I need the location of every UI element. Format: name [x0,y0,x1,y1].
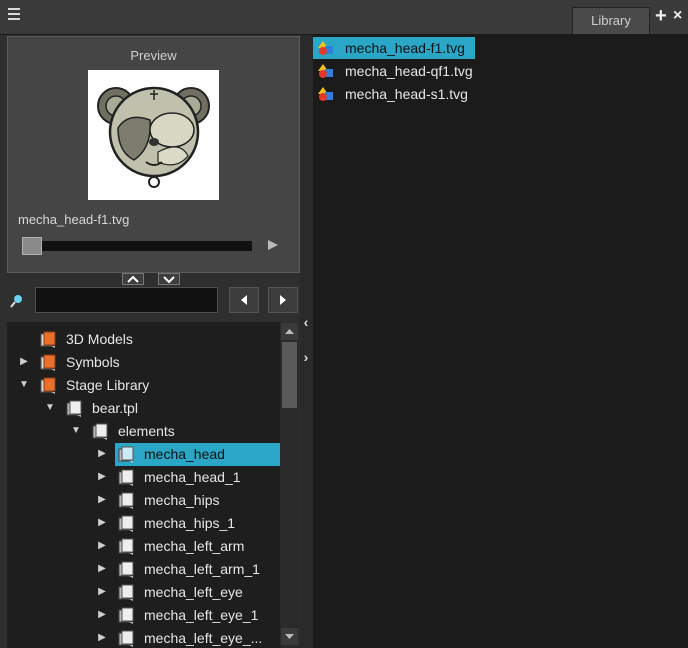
tree-item[interactable]: ▶ mecha_left_eye_... [7,627,280,648]
tree-item[interactable]: ▶ mecha_hips [7,489,280,512]
expanded-arrow-icon[interactable]: ▼ [44,402,56,414]
close-view-button[interactable]: × [673,6,688,26]
template-icon [117,515,135,533]
template-icon [117,607,135,625]
bear-head-drawing [97,86,210,188]
collapse-right-icon[interactable]: › [301,347,311,367]
tree-item[interactable]: ▼ Stage Library [7,374,280,397]
frame-scrubber-track[interactable] [22,241,252,251]
template-icon [117,561,135,579]
expanded-arrow-icon[interactable]: ▼ [70,425,82,437]
tree-item[interactable]: 3D Models [7,328,280,351]
search-input[interactable] [35,287,218,313]
tree-item-label: mecha_hips_1 [144,515,236,531]
preview-collapse-controls [120,273,186,285]
file-item[interactable]: mecha_head-s1.tvg [313,83,513,105]
collapsed-arrow-icon[interactable]: ▶ [96,609,108,621]
tree-item[interactable]: ▶ mecha_left_eye_1 [7,604,280,627]
search-previous-button[interactable] [229,287,259,313]
tree-item-label: Stage Library [66,377,150,393]
file-item-label: mecha_head-s1.tvg [345,86,468,102]
tree-item-label: mecha_left_arm_1 [144,561,260,577]
scroll-up-button[interactable] [281,323,298,340]
tree-item-label: 3D Models [66,331,133,347]
hamburger-menu-icon[interactable] [8,6,24,24]
template-icon [117,584,135,602]
collapsed-arrow-icon[interactable]: ▶ [96,632,108,644]
collapsed-arrow-icon[interactable]: ▶ [96,540,108,552]
tree-item[interactable]: ▶ mecha_head [7,443,280,466]
arrow-down-icon [285,634,294,639]
folder-orange-icon [39,377,57,395]
arrow-up-icon [285,329,294,334]
collapsed-arrow-icon[interactable]: ▶ [96,586,108,598]
search-next-button[interactable] [268,287,298,313]
tree-item-label: bear.tpl [92,400,138,416]
collapsed-arrow-icon[interactable]: ▶ [96,448,108,460]
collapse-up-button[interactable] [122,273,144,285]
collapsed-arrow-icon[interactable]: ▶ [96,471,108,483]
tab-library[interactable]: Library [572,7,650,34]
tvg-file-icon [318,86,335,102]
tree-item[interactable]: ▶ mecha_left_eye [7,581,280,604]
template-icon [117,538,135,556]
add-view-button[interactable]: + [655,6,671,26]
tree-item[interactable]: ▶ mecha_hips_1 [7,512,280,535]
tvg-file-icon [318,40,335,56]
tree-item-label: mecha_head_1 [144,469,241,485]
template-icon [117,492,135,510]
file-list-pane: mecha_head-f1.tvg mecha_head-qf1.tvgmecha… [313,35,688,648]
collapsed-arrow-icon[interactable]: ▶ [96,517,108,529]
tree-item[interactable]: ▼ bear.tpl [7,397,280,420]
tree-item[interactable]: ▶ Symbols [7,351,280,374]
scroll-down-button[interactable] [281,628,298,645]
expanded-arrow-icon[interactable]: ▼ [18,379,30,391]
tree-item[interactable]: ▶ mecha_head_1 [7,466,280,489]
tree-item[interactable]: ▶ mecha_left_arm [7,535,280,558]
chevron-up-icon [127,275,139,283]
tree-item-label: mecha_head [144,446,225,462]
tree-item-label: Symbols [66,354,120,370]
collapse-down-button[interactable] [158,273,180,285]
tree-item-label: mecha_left_eye_... [144,630,263,646]
library-tree: 3D Models ▶ Symbols ▼ Stage Library ▼ bear.tpl… [7,322,280,648]
preview-filename: mecha_head-f1.tvg [18,212,130,227]
chevron-down-icon [163,276,175,284]
tree-item-label: mecha_left_eye_1 [144,607,259,623]
file-item[interactable]: mecha_head-f1.tvg [313,37,513,59]
preview-panel: Preview mecha_head-f1.tvg [7,36,300,273]
file-item-label: mecha_head-f1.tvg [345,40,465,56]
frame-scrubber-handle[interactable] [22,237,42,255]
template-icon [65,400,83,418]
collapsed-arrow-icon[interactable]: ▶ [96,563,108,575]
tree-item[interactable]: ▶ mecha_left_arm_1 [7,558,280,581]
pane-splitter[interactable] [300,35,312,648]
triangle-left-icon [241,295,247,305]
tree-item-label: elements [118,423,175,439]
collapsed-arrow-icon[interactable]: ▶ [18,356,30,368]
template-icon [117,469,135,487]
file-item[interactable]: mecha_head-qf1.tvg [313,60,513,82]
tree-item-label: mecha_hips [144,492,220,508]
template-icon [117,630,135,648]
play-icon[interactable] [268,240,278,250]
tree-item[interactable]: ▼ elements [7,420,280,443]
tree-item-label: mecha_left_arm [144,538,245,554]
top-toolbar: Library + × [0,0,688,35]
template-icon [117,446,135,464]
search-icon [10,294,24,308]
template-icon [91,423,109,441]
preview-title: Preview [130,48,177,63]
collapsed-arrow-icon[interactable]: ▶ [96,494,108,506]
preview-thumbnail [88,70,219,200]
triangle-right-icon [280,295,286,305]
tree-item-label: mecha_left_eye [144,584,243,600]
scrollbar-thumb[interactable] [282,342,297,408]
folder-orange-icon [39,354,57,372]
collapse-left-icon[interactable]: ‹ [301,312,311,332]
file-item-label: mecha_head-qf1.tvg [345,63,473,79]
folder-orange-icon [39,331,57,349]
tvg-file-icon [318,63,335,79]
